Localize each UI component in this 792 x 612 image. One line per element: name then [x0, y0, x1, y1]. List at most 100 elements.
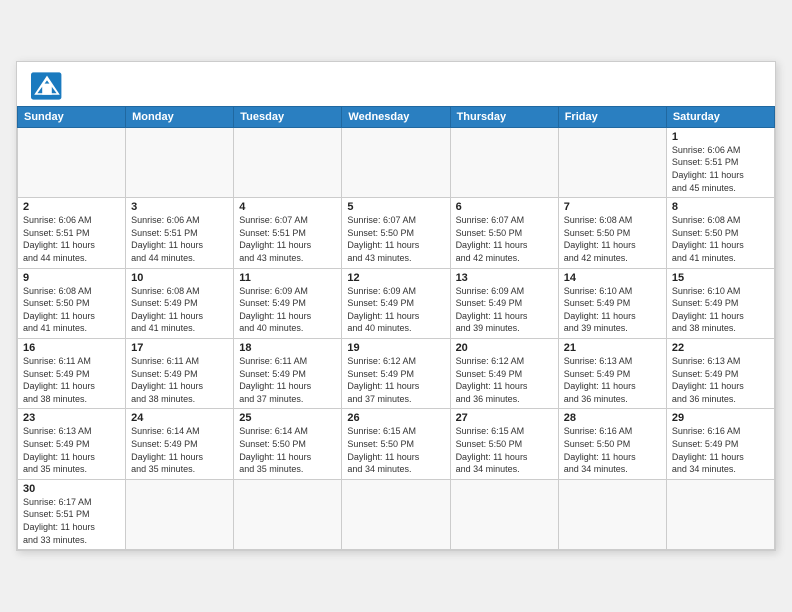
calendar-cell: 28Sunrise: 6:16 AM Sunset: 5:50 PM Dayli… — [558, 409, 666, 479]
day-number: 6 — [456, 201, 553, 213]
day-number: 21 — [564, 342, 661, 354]
weekday-sunday: Sunday — [18, 106, 126, 127]
calendar-cell: 27Sunrise: 6:15 AM Sunset: 5:50 PM Dayli… — [450, 409, 558, 479]
day-info: Sunrise: 6:17 AM Sunset: 5:51 PM Dayligh… — [23, 496, 120, 546]
day-info: Sunrise: 6:12 AM Sunset: 5:49 PM Dayligh… — [347, 355, 444, 405]
day-info: Sunrise: 6:10 AM Sunset: 5:49 PM Dayligh… — [564, 285, 661, 335]
day-info: Sunrise: 6:11 AM Sunset: 5:49 PM Dayligh… — [23, 355, 120, 405]
calendar-cell: 7Sunrise: 6:08 AM Sunset: 5:50 PM Daylig… — [558, 198, 666, 268]
day-info: Sunrise: 6:13 AM Sunset: 5:49 PM Dayligh… — [23, 425, 120, 475]
weekday-tuesday: Tuesday — [234, 106, 342, 127]
day-number: 5 — [347, 201, 444, 213]
weekday-saturday: Saturday — [666, 106, 774, 127]
day-number: 27 — [456, 412, 553, 424]
day-info: Sunrise: 6:07 AM Sunset: 5:50 PM Dayligh… — [347, 214, 444, 264]
calendar-cell: 8Sunrise: 6:08 AM Sunset: 5:50 PM Daylig… — [666, 198, 774, 268]
calendar-cell — [450, 479, 558, 549]
calendar-header — [17, 62, 775, 106]
calendar-cell: 24Sunrise: 6:14 AM Sunset: 5:49 PM Dayli… — [126, 409, 234, 479]
day-info: Sunrise: 6:06 AM Sunset: 5:51 PM Dayligh… — [672, 144, 769, 194]
day-number: 29 — [672, 412, 769, 424]
day-number: 8 — [672, 201, 769, 213]
day-info: Sunrise: 6:15 AM Sunset: 5:50 PM Dayligh… — [347, 425, 444, 475]
calendar-cell: 26Sunrise: 6:15 AM Sunset: 5:50 PM Dayli… — [342, 409, 450, 479]
calendar-cell — [342, 479, 450, 549]
day-info: Sunrise: 6:09 AM Sunset: 5:49 PM Dayligh… — [347, 285, 444, 335]
calendar-cell: 4Sunrise: 6:07 AM Sunset: 5:51 PM Daylig… — [234, 198, 342, 268]
day-number: 17 — [131, 342, 228, 354]
calendar-cell: 21Sunrise: 6:13 AM Sunset: 5:49 PM Dayli… — [558, 339, 666, 409]
calendar-cell: 13Sunrise: 6:09 AM Sunset: 5:49 PM Dayli… — [450, 268, 558, 338]
calendar-cell: 22Sunrise: 6:13 AM Sunset: 5:49 PM Dayli… — [666, 339, 774, 409]
day-number: 3 — [131, 201, 228, 213]
day-info: Sunrise: 6:12 AM Sunset: 5:49 PM Dayligh… — [456, 355, 553, 405]
calendar-cell — [234, 479, 342, 549]
day-info: Sunrise: 6:09 AM Sunset: 5:49 PM Dayligh… — [456, 285, 553, 335]
calendar-cell — [126, 479, 234, 549]
day-info: Sunrise: 6:15 AM Sunset: 5:50 PM Dayligh… — [456, 425, 553, 475]
calendar-cell: 3Sunrise: 6:06 AM Sunset: 5:51 PM Daylig… — [126, 198, 234, 268]
day-info: Sunrise: 6:08 AM Sunset: 5:50 PM Dayligh… — [672, 214, 769, 264]
day-number: 12 — [347, 272, 444, 284]
day-number: 10 — [131, 272, 228, 284]
calendar-cell: 5Sunrise: 6:07 AM Sunset: 5:50 PM Daylig… — [342, 198, 450, 268]
day-number: 2 — [23, 201, 120, 213]
week-row-1: 1Sunrise: 6:06 AM Sunset: 5:51 PM Daylig… — [18, 127, 775, 197]
logo — [31, 72, 67, 100]
day-number: 26 — [347, 412, 444, 424]
day-number: 9 — [23, 272, 120, 284]
logo-icon — [31, 72, 63, 100]
week-row-5: 23Sunrise: 6:13 AM Sunset: 5:49 PM Dayli… — [18, 409, 775, 479]
day-number: 15 — [672, 272, 769, 284]
calendar-cell: 11Sunrise: 6:09 AM Sunset: 5:49 PM Dayli… — [234, 268, 342, 338]
calendar-cell: 2Sunrise: 6:06 AM Sunset: 5:51 PM Daylig… — [18, 198, 126, 268]
day-info: Sunrise: 6:07 AM Sunset: 5:51 PM Dayligh… — [239, 214, 336, 264]
day-number: 25 — [239, 412, 336, 424]
day-info: Sunrise: 6:07 AM Sunset: 5:50 PM Dayligh… — [456, 214, 553, 264]
day-info: Sunrise: 6:08 AM Sunset: 5:50 PM Dayligh… — [23, 285, 120, 335]
day-info: Sunrise: 6:13 AM Sunset: 5:49 PM Dayligh… — [564, 355, 661, 405]
day-info: Sunrise: 6:06 AM Sunset: 5:51 PM Dayligh… — [131, 214, 228, 264]
calendar-cell: 12Sunrise: 6:09 AM Sunset: 5:49 PM Dayli… — [342, 268, 450, 338]
day-info: Sunrise: 6:13 AM Sunset: 5:49 PM Dayligh… — [672, 355, 769, 405]
calendar-cell: 10Sunrise: 6:08 AM Sunset: 5:49 PM Dayli… — [126, 268, 234, 338]
day-info: Sunrise: 6:06 AM Sunset: 5:51 PM Dayligh… — [23, 214, 120, 264]
day-number: 19 — [347, 342, 444, 354]
calendar-cell — [450, 127, 558, 197]
calendar-cell: 25Sunrise: 6:14 AM Sunset: 5:50 PM Dayli… — [234, 409, 342, 479]
calendar-cell: 29Sunrise: 6:16 AM Sunset: 5:49 PM Dayli… — [666, 409, 774, 479]
calendar-cell: 23Sunrise: 6:13 AM Sunset: 5:49 PM Dayli… — [18, 409, 126, 479]
calendar-cell: 17Sunrise: 6:11 AM Sunset: 5:49 PM Dayli… — [126, 339, 234, 409]
week-row-4: 16Sunrise: 6:11 AM Sunset: 5:49 PM Dayli… — [18, 339, 775, 409]
calendar-cell — [342, 127, 450, 197]
day-info: Sunrise: 6:11 AM Sunset: 5:49 PM Dayligh… — [131, 355, 228, 405]
day-number: 18 — [239, 342, 336, 354]
calendar-cell — [18, 127, 126, 197]
day-info: Sunrise: 6:16 AM Sunset: 5:50 PM Dayligh… — [564, 425, 661, 475]
day-number: 28 — [564, 412, 661, 424]
calendar-cell: 14Sunrise: 6:10 AM Sunset: 5:49 PM Dayli… — [558, 268, 666, 338]
day-number: 20 — [456, 342, 553, 354]
week-row-3: 9Sunrise: 6:08 AM Sunset: 5:50 PM Daylig… — [18, 268, 775, 338]
day-info: Sunrise: 6:10 AM Sunset: 5:49 PM Dayligh… — [672, 285, 769, 335]
day-number: 1 — [672, 131, 769, 143]
weekday-header-row: SundayMondayTuesdayWednesdayThursdayFrid… — [18, 106, 775, 127]
week-row-6: 30Sunrise: 6:17 AM Sunset: 5:51 PM Dayli… — [18, 479, 775, 549]
calendar-cell: 6Sunrise: 6:07 AM Sunset: 5:50 PM Daylig… — [450, 198, 558, 268]
calendar-table: SundayMondayTuesdayWednesdayThursdayFrid… — [17, 106, 775, 550]
day-number: 11 — [239, 272, 336, 284]
calendar-cell: 15Sunrise: 6:10 AM Sunset: 5:49 PM Dayli… — [666, 268, 774, 338]
calendar-cell — [666, 479, 774, 549]
day-info: Sunrise: 6:09 AM Sunset: 5:49 PM Dayligh… — [239, 285, 336, 335]
weekday-thursday: Thursday — [450, 106, 558, 127]
calendar-cell — [234, 127, 342, 197]
day-number: 13 — [456, 272, 553, 284]
weekday-wednesday: Wednesday — [342, 106, 450, 127]
weekday-friday: Friday — [558, 106, 666, 127]
calendar-cell: 20Sunrise: 6:12 AM Sunset: 5:49 PM Dayli… — [450, 339, 558, 409]
calendar-cell — [558, 127, 666, 197]
calendar-cell — [126, 127, 234, 197]
calendar-cell: 1Sunrise: 6:06 AM Sunset: 5:51 PM Daylig… — [666, 127, 774, 197]
day-info: Sunrise: 6:11 AM Sunset: 5:49 PM Dayligh… — [239, 355, 336, 405]
day-info: Sunrise: 6:16 AM Sunset: 5:49 PM Dayligh… — [672, 425, 769, 475]
